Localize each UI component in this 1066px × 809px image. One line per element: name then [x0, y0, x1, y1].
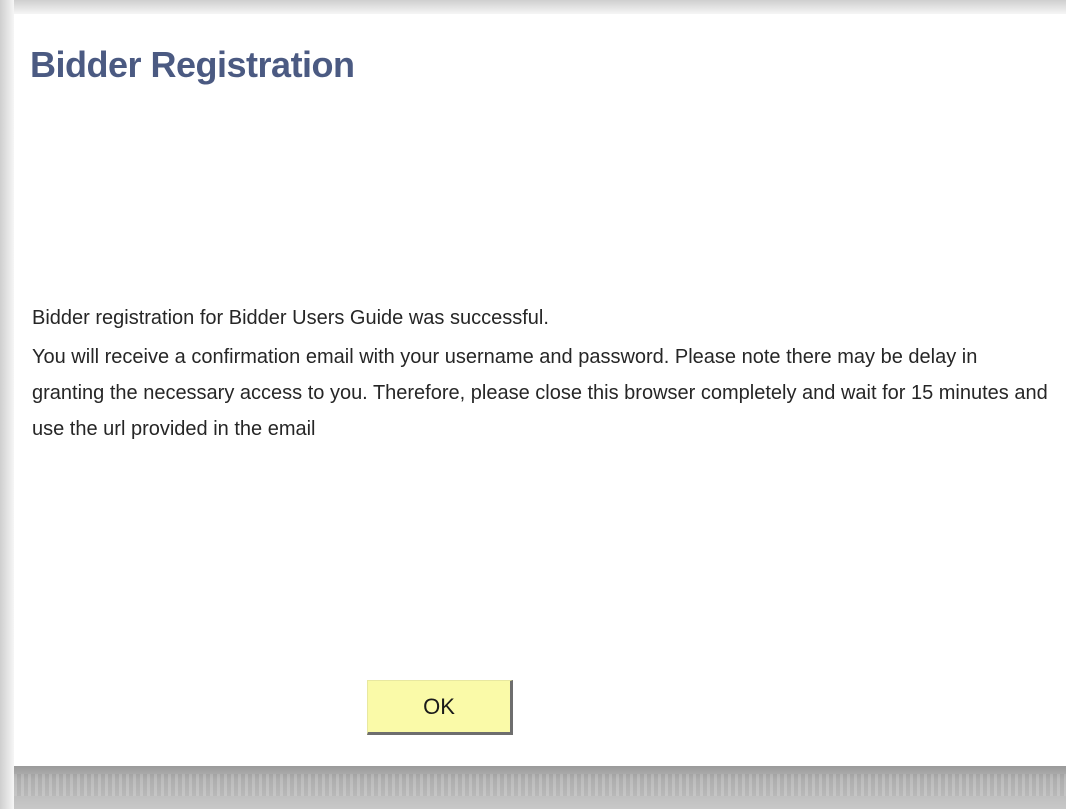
success-text: Bidder registration for Bidder Users Gui… [32, 307, 549, 329]
content-panel: Bidder Registration Bidder registration … [14, 14, 1066, 766]
bottom-bar-texture [14, 774, 1066, 796]
confirmation-message: Bidder registration for Bidder Users Gui… [32, 299, 1052, 447]
frame-left-edge [0, 0, 14, 809]
page-title: Bidder Registration [30, 44, 355, 85]
window-frame: Bidder Registration Bidder registration … [0, 0, 1066, 809]
details-text: You will receive a confirmation email wi… [32, 346, 1048, 440]
ok-button[interactable]: OK [367, 680, 513, 735]
bottom-shadow-bar [14, 766, 1066, 809]
frame-top-edge [0, 0, 1066, 14]
